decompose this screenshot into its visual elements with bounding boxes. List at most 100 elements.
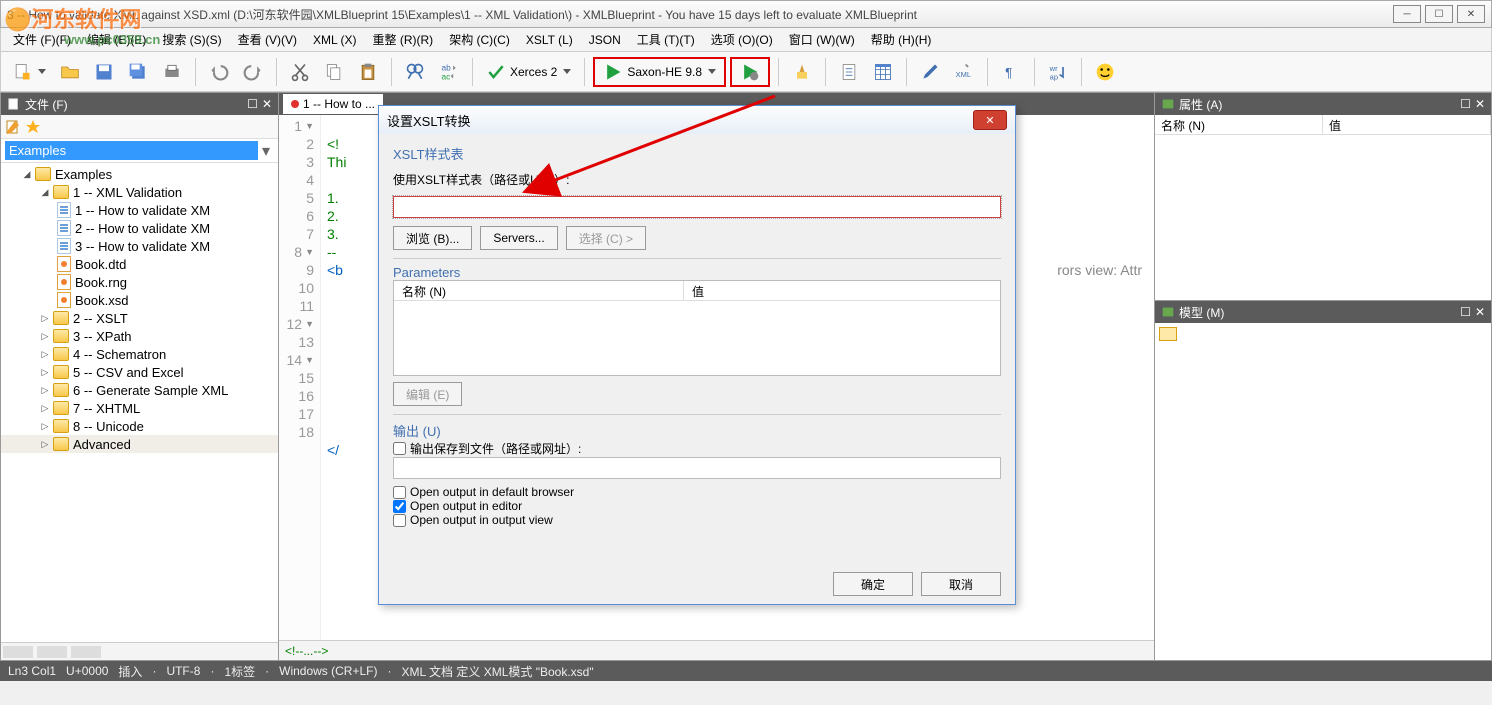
find-button[interactable] [400, 57, 430, 87]
redo-button[interactable] [238, 57, 268, 87]
tree-file[interactable]: 2 -- How to validate XM [1, 219, 278, 237]
menu-xml[interactable]: XML (X) [305, 30, 365, 50]
menu-file[interactable]: 文件 (F)(F) [5, 28, 79, 51]
cut-button[interactable] [285, 57, 315, 87]
menu-xslt[interactable]: XSLT (L) [518, 30, 581, 50]
model-panel-header: 模型 (M) ☐ ✕ [1155, 301, 1491, 323]
menu-edit[interactable]: 编辑 (E)(E) [79, 28, 154, 51]
menu-search[interactable]: 搜索 (S)(S) [154, 28, 229, 51]
tree-file[interactable]: 1 -- How to validate XM [1, 201, 278, 219]
modified-dot-icon [291, 100, 299, 108]
open-view-checkbox[interactable]: Open output in output view [393, 513, 1001, 527]
panel-close-icon[interactable]: ✕ [262, 97, 272, 111]
tree-file[interactable]: Book.dtd [1, 255, 278, 273]
paste-button[interactable] [353, 57, 383, 87]
menu-json[interactable]: JSON [581, 30, 629, 50]
stylesheet-path-input[interactable] [393, 196, 1001, 218]
menu-view[interactable]: 查看 (V)(V) [230, 28, 305, 51]
validate-button[interactable]: Xerces 2 [481, 57, 576, 87]
panel-dock-icon[interactable]: ☐ [247, 97, 258, 111]
run-xslt-button[interactable]: Saxon-HE 9.8 [593, 57, 726, 87]
tree-folder[interactable]: ▷5 -- CSV and Excel [1, 363, 278, 381]
dialog-close-button[interactable]: ✕ [973, 110, 1007, 130]
smiley-button[interactable] [1090, 57, 1120, 87]
open-browser-checkbox[interactable]: Open output in default browser [393, 485, 1001, 499]
attributes-body[interactable] [1155, 135, 1491, 300]
menu-window[interactable]: 窗口 (W)(W) [781, 28, 863, 51]
menu-tools[interactable]: 工具 (T)(T) [629, 28, 703, 51]
browse-button[interactable]: 浏览 (B)... [393, 226, 472, 250]
save-button[interactable] [89, 57, 119, 87]
pilcrow-button[interactable]: ¶ [996, 57, 1026, 87]
cancel-button[interactable]: 取消 [921, 572, 1001, 596]
menu-reformat[interactable]: 重整 (R)(R) [365, 28, 442, 51]
clean-button[interactable] [787, 57, 817, 87]
doc-button[interactable] [834, 57, 864, 87]
parameters-table[interactable]: 名称 (N) 值 [393, 280, 1001, 376]
status-encoding: UTF-8 [166, 664, 200, 678]
svg-text:XML: XML [956, 70, 971, 79]
open-editor-checkbox[interactable]: Open output in editor [393, 499, 1001, 513]
menu-options[interactable]: 选项 (O)(O) [703, 28, 781, 51]
model-body[interactable] [1155, 323, 1491, 660]
dialog-titlebar[interactable]: 设置XSLT转换 ✕ [379, 106, 1015, 134]
edit-icon[interactable] [5, 119, 21, 135]
panel-dock-icon[interactable]: ☐ [1460, 97, 1471, 111]
status-charcode: U+0000 [66, 664, 108, 678]
attributes-panel: 属性 (A) ☐ ✕ 名称 (N) 值 [1155, 93, 1491, 300]
tree-file[interactable]: Book.xsd [1, 291, 278, 309]
tree-folder[interactable]: ▷Advanced [1, 435, 278, 453]
menu-schema[interactable]: 架构 (C)(C) [441, 28, 518, 51]
tree-folder[interactable]: ▷3 -- XPath [1, 327, 278, 345]
select-button[interactable]: 选择 (C) > [566, 226, 646, 250]
tree-folder[interactable]: ▷4 -- Schematron [1, 345, 278, 363]
attr-col-value[interactable]: 值 [1323, 115, 1491, 134]
favorite-icon[interactable] [25, 119, 41, 135]
model-item[interactable] [1159, 327, 1177, 341]
panel-dock-icon[interactable]: ☐ [1460, 305, 1471, 319]
svg-text:ap: ap [1050, 72, 1058, 81]
param-col-name[interactable]: 名称 (N) [394, 281, 684, 300]
tree-root[interactable]: ◢Examples [1, 165, 278, 183]
save-all-button[interactable] [123, 57, 153, 87]
wrap-button[interactable]: wrap [1043, 57, 1073, 87]
maximize-button[interactable]: ☐ [1425, 5, 1453, 23]
stylesheet-path-label: 使用XSLT样式表（路径或URL）: [393, 171, 1001, 188]
tree-folder[interactable]: ◢1 -- XML Validation [1, 183, 278, 201]
run-settings-button[interactable] [730, 57, 770, 87]
dialog-title: 设置XSLT转换 [387, 111, 471, 130]
breadcrumb-input[interactable] [5, 141, 258, 160]
tree-folder[interactable]: ▷6 -- Generate Sample XML [1, 381, 278, 399]
attr-col-name[interactable]: 名称 (N) [1155, 115, 1323, 134]
editor-tab[interactable]: 1 -- How to ... [283, 94, 383, 114]
tree-folder[interactable]: ▷2 -- XSLT [1, 309, 278, 327]
ok-button[interactable]: 确定 [833, 572, 913, 596]
panel-close-icon[interactable]: ✕ [1475, 97, 1485, 111]
replace-button[interactable]: abac [434, 57, 464, 87]
open-file-button[interactable] [55, 57, 85, 87]
panel-close-icon[interactable]: ✕ [1475, 305, 1485, 319]
color-picker-button[interactable] [915, 57, 945, 87]
output-group-label: 输出 (U) [393, 421, 1001, 440]
xml-tool-button[interactable]: XML [949, 57, 979, 87]
tree-file[interactable]: 3 -- How to validate XM [1, 237, 278, 255]
file-tree[interactable]: ◢Examples ◢1 -- XML Validation 1 -- How … [1, 163, 278, 642]
tree-folder[interactable]: ▷7 -- XHTML [1, 399, 278, 417]
undo-button[interactable] [204, 57, 234, 87]
new-file-button[interactable] [7, 57, 51, 87]
breadcrumb-dropdown-icon[interactable]: ▾ [258, 141, 274, 161]
menu-help[interactable]: 帮助 (H)(H) [863, 28, 940, 51]
minimize-button[interactable]: ─ [1393, 5, 1421, 23]
stylesheet-group-label: XSLT样式表 [393, 144, 1001, 163]
param-col-value[interactable]: 值 [684, 281, 712, 300]
tree-file[interactable]: Book.rng [1, 273, 278, 291]
output-path-input[interactable] [393, 457, 1001, 479]
output-save-checkbox[interactable]: 输出保存到文件（路径或网址）: [393, 440, 1001, 457]
grid-button[interactable] [868, 57, 898, 87]
tree-folder[interactable]: ▷8 -- Unicode [1, 417, 278, 435]
servers-button[interactable]: Servers... [480, 226, 557, 250]
edit-param-button[interactable]: 编辑 (E) [393, 382, 462, 406]
print-button[interactable] [157, 57, 187, 87]
close-button[interactable]: ✕ [1457, 5, 1485, 23]
copy-button[interactable] [319, 57, 349, 87]
